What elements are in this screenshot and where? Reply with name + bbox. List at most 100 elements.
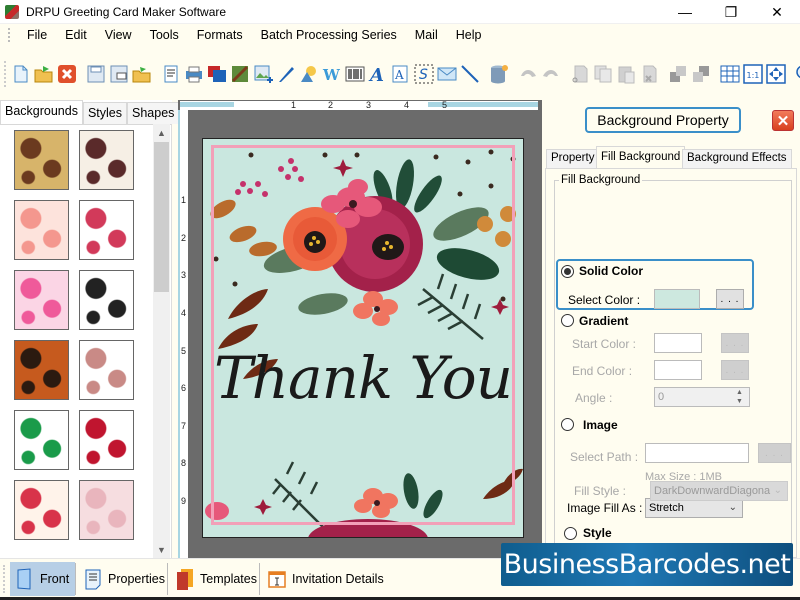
fit-window-icon[interactable] — [765, 63, 786, 85]
copy-layers-icon[interactable] — [207, 63, 227, 85]
print-icon[interactable] — [184, 63, 204, 85]
background-thumbnail-pink-texture[interactable] — [79, 480, 134, 540]
background-thumbnail-wedding-couples[interactable] — [79, 270, 134, 330]
menu-formats[interactable]: Formats — [188, 24, 252, 46]
svg-text:1:1: 1:1 — [746, 71, 759, 80]
select-color-button[interactable]: . . . — [716, 289, 744, 309]
image-radio[interactable] — [561, 418, 574, 431]
scroll-up-arrow[interactable]: ▲ — [153, 124, 170, 141]
send-back-icon[interactable] — [691, 63, 711, 85]
save-as-icon[interactable] — [109, 63, 129, 85]
front-button[interactable]: Front — [10, 562, 76, 596]
line-icon[interactable] — [460, 63, 480, 85]
print-preview-icon[interactable] — [161, 63, 181, 85]
background-thumbnail-ganesha-orange[interactable] — [14, 340, 69, 400]
properties-button[interactable]: Properties — [78, 562, 171, 596]
gallery-scrollbar[interactable]: ▲ ▼ — [153, 124, 170, 558]
signature-icon[interactable]: S — [414, 63, 434, 85]
redo-icon[interactable] — [541, 63, 561, 85]
text-box-icon[interactable]: A — [391, 63, 411, 85]
background-icon[interactable] — [230, 63, 250, 85]
background-thumbnail-valentine-hearts[interactable] — [14, 480, 69, 540]
background-thumbnail-heart-outlines[interactable] — [79, 200, 134, 260]
templates-button[interactable]: Templates — [170, 562, 263, 596]
background-thumbnail-elephant-head[interactable] — [79, 340, 134, 400]
scroll-down-arrow[interactable]: ▼ — [153, 541, 170, 558]
tab-fill-background[interactable]: Fill Background — [596, 146, 686, 168]
word-art-icon[interactable]: W — [322, 63, 342, 85]
insert-image-icon[interactable] — [253, 63, 273, 85]
menu-bar: File Edit View Tools Formats Batch Proce… — [0, 24, 800, 46]
browse-image-button[interactable]: . . . — [758, 443, 791, 463]
svg-text:A: A — [394, 68, 404, 82]
menu-tools[interactable]: Tools — [141, 24, 188, 46]
barcode-icon[interactable] — [345, 63, 365, 85]
end-color-swatch[interactable] — [654, 360, 702, 380]
fill-style-select[interactable]: DarkDownwardDiagona ⌄ — [650, 481, 788, 501]
spinner-arrows[interactable]: ▲ ▼ — [736, 388, 743, 406]
open-icon[interactable] — [34, 63, 54, 85]
image-path-input[interactable] — [645, 443, 749, 463]
restore-button[interactable]: ❐ — [708, 0, 754, 24]
grid-icon[interactable] — [720, 63, 740, 85]
start-color-swatch[interactable] — [654, 333, 702, 353]
background-thumbnail-pastel-flowers[interactable] — [14, 200, 69, 260]
svg-text:W: W — [322, 66, 341, 84]
tab-property[interactable]: Property — [546, 149, 600, 168]
menu-edit[interactable]: Edit — [56, 24, 96, 46]
cut-icon[interactable] — [570, 63, 590, 85]
background-thumbnail-rose-petals[interactable] — [79, 410, 134, 470]
delete-icon[interactable] — [639, 63, 659, 85]
bring-front-icon[interactable] — [668, 63, 688, 85]
background-thumbnail-ganesha-leaf[interactable] — [14, 410, 69, 470]
card-greeting-text[interactable]: Thank You — [213, 344, 513, 412]
copy-icon[interactable] — [593, 63, 613, 85]
menu-file[interactable]: File — [18, 24, 56, 46]
solid-color-radio[interactable] — [561, 265, 574, 278]
angle-label: Angle : — [575, 391, 613, 405]
ruler-margin — [180, 102, 234, 107]
text-icon[interactable]: A — [368, 63, 388, 85]
email-icon[interactable] — [437, 63, 457, 85]
tab-background-effects[interactable]: Background Effects — [682, 149, 792, 168]
paste-icon[interactable] — [616, 63, 636, 85]
invitation-details-button[interactable]: Invitation Details — [262, 562, 390, 596]
shapes-icon[interactable] — [299, 63, 319, 85]
panel-title: Background Property — [585, 107, 741, 133]
actual-size-icon[interactable]: 1:1 — [742, 63, 763, 85]
start-color-label: Start Color : — [572, 337, 637, 351]
database-icon[interactable] — [489, 63, 509, 85]
close-panel-button[interactable]: ✕ — [772, 110, 794, 131]
greeting-card[interactable]: Thank You — [202, 138, 524, 538]
image-fill-as-label: Image Fill As : — [567, 501, 643, 515]
solid-color-swatch[interactable] — [654, 289, 700, 309]
app-icon — [5, 4, 19, 19]
save-icon[interactable] — [86, 63, 106, 85]
tab-shapes[interactable]: Shapes — [127, 102, 180, 124]
menu-mail[interactable]: Mail — [406, 24, 447, 46]
pen-icon[interactable] — [276, 63, 296, 85]
start-color-button[interactable]: . . . — [721, 333, 749, 353]
zoom-in-icon[interactable] — [795, 63, 800, 85]
image-fill-as-select[interactable]: Stretch ⌄ — [645, 498, 743, 518]
open-folder-icon[interactable] — [132, 63, 152, 85]
tab-styles[interactable]: Styles — [82, 102, 128, 124]
background-thumbnail-vintage-floral-yellow[interactable] — [14, 130, 69, 190]
background-thumbnail-paisley-lace[interactable] — [79, 130, 134, 190]
title-bar: DRPU Greeting Card Maker Software — ❐ ✕ — [0, 0, 800, 24]
image-label: Image — [583, 418, 618, 432]
close-window-button[interactable]: ✕ — [754, 0, 800, 24]
menu-batch-processing[interactable]: Batch Processing Series — [252, 24, 406, 46]
close-icon[interactable] — [57, 63, 77, 85]
minimize-button[interactable]: — — [662, 0, 708, 24]
gradient-radio[interactable] — [561, 314, 574, 327]
undo-icon[interactable] — [518, 63, 538, 85]
style-radio[interactable] — [564, 527, 577, 540]
scrollbar-thumb[interactable] — [154, 142, 169, 292]
background-thumbnail-pink-hearts[interactable] — [14, 270, 69, 330]
tab-backgrounds[interactable]: Backgrounds — [0, 100, 83, 124]
new-icon[interactable] — [11, 63, 31, 85]
menu-view[interactable]: View — [96, 24, 141, 46]
menu-help[interactable]: Help — [447, 24, 491, 46]
end-color-button[interactable]: . . . — [721, 360, 749, 380]
